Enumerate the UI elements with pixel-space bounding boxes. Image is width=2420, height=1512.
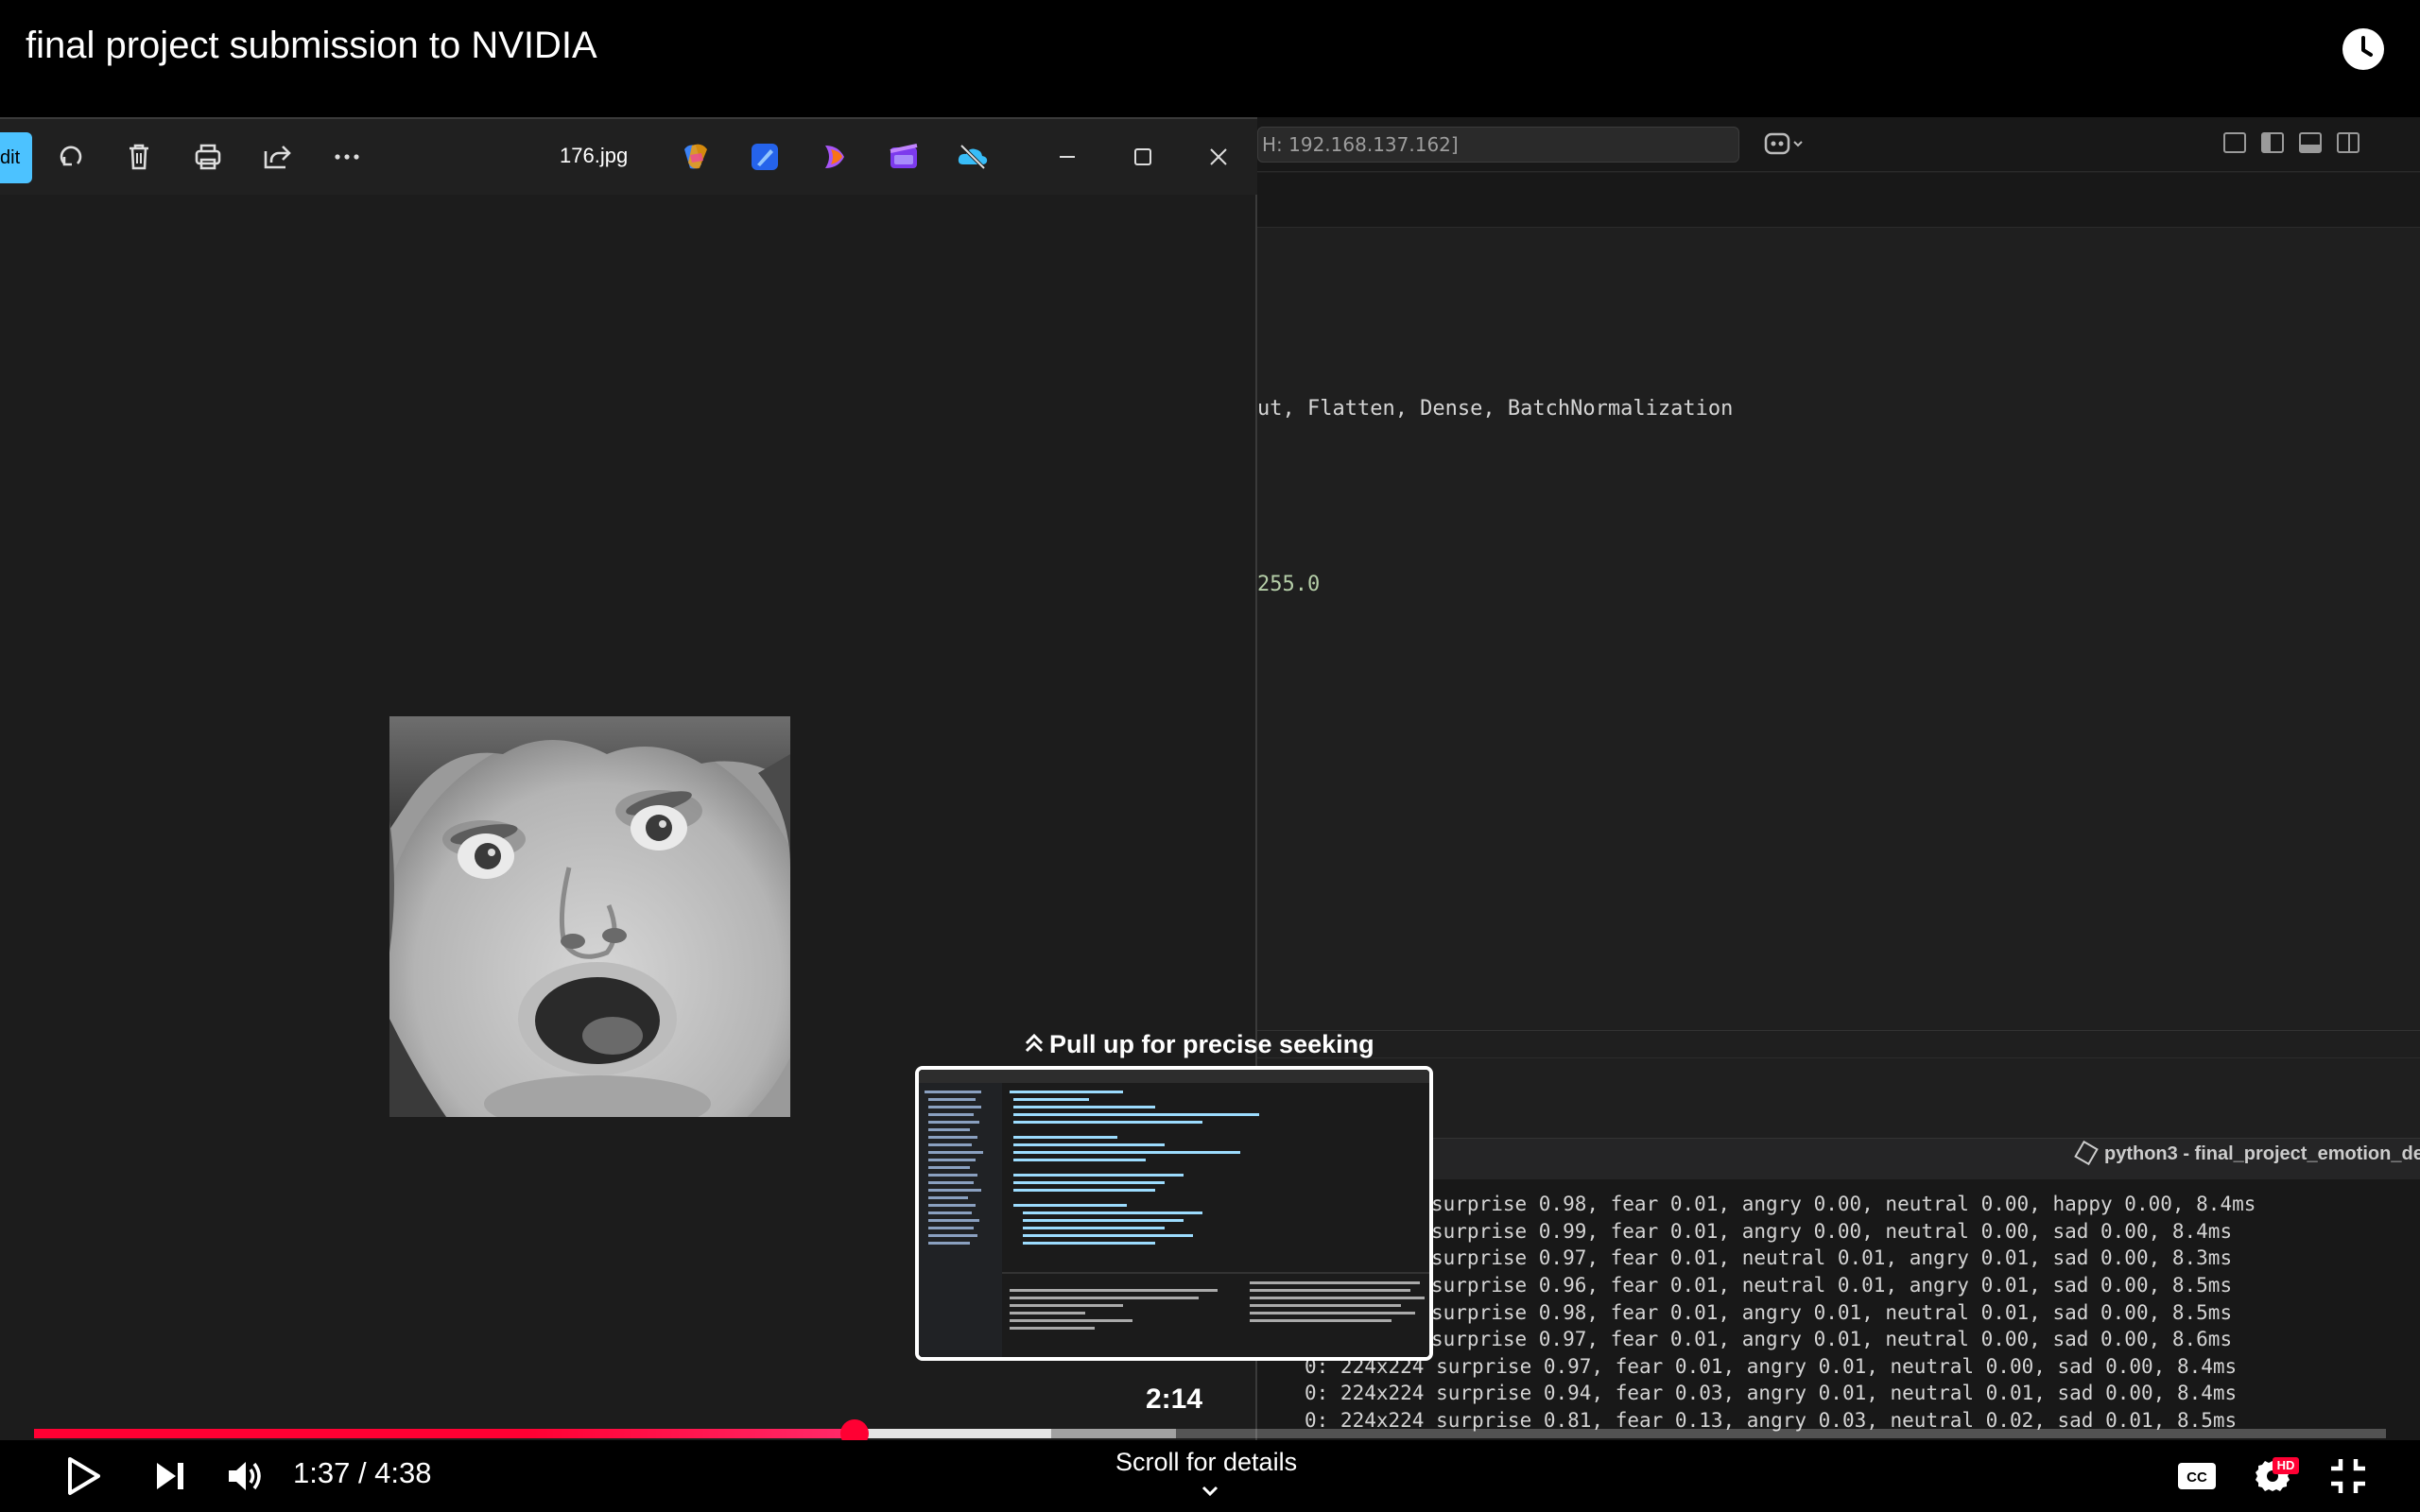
hd-badge: HD <box>2273 1457 2299 1474</box>
scroll-for-details[interactable]: Scroll for details <box>1115 1448 1297 1477</box>
terminal-line: 0: 224x224 surprise 0.97, fear 0.01, ang… <box>1305 1355 2238 1378</box>
customize-layout-icon[interactable] <box>2223 132 2246 153</box>
seek-preview-time: 2:14 <box>1146 1383 1203 1415</box>
designer-app-icon[interactable] <box>748 140 782 174</box>
time-display: 1:37 / 4:38 <box>293 1456 432 1489</box>
file-name: 176.jpg <box>560 144 629 167</box>
captions-button[interactable]: CC <box>2172 1452 2221 1501</box>
skip-next-icon <box>157 1463 183 1489</box>
kernel-label: python3 - final_project_emotion_detec <box>2104 1143 2420 1164</box>
vscode-tab-bar <box>1257 173 2420 228</box>
share-icon[interactable] <box>258 138 296 176</box>
toggle-secondary-sidebar-icon[interactable] <box>2337 132 2360 153</box>
svg-text:CC: CC <box>2187 1469 2207 1486</box>
watch-later-clock-icon[interactable] <box>2342 28 2384 70</box>
progress-hover-range <box>858 1429 1051 1438</box>
rotate-icon[interactable] <box>52 138 90 176</box>
exit-fullscreen-button[interactable] <box>2324 1452 2373 1501</box>
close-icon[interactable] <box>1200 138 1237 176</box>
next-button[interactable] <box>146 1452 195 1501</box>
code-line: ut, Flatten, Dense, BatchNormalization <box>1257 397 1734 421</box>
precise-seek-label: Pull up for precise seeking <box>1049 1030 1374 1058</box>
terminal-line: surprise 0.96, fear 0.01, neutral 0.01, … <box>1431 1274 2233 1297</box>
progress-played <box>34 1429 855 1438</box>
play-icon <box>68 1457 100 1495</box>
more-icon[interactable] <box>328 138 366 176</box>
print-icon[interactable] <box>189 138 227 176</box>
video-title[interactable]: final project submission to NVIDIA <box>26 25 597 67</box>
vscode-editor[interactable]: ut, Flatten, Dense, BatchNormalization 2… <box>1257 229 2420 1058</box>
volume-button[interactable] <box>221 1452 270 1501</box>
minimize-icon[interactable] <box>1048 138 1086 176</box>
delete-icon[interactable] <box>120 138 158 176</box>
precise-seek-hint: Pull up for precise seeking <box>1023 1030 1374 1059</box>
editor-divider <box>1257 1030 2420 1031</box>
terminal-line: 0: 224x224 surprise 0.94, fear 0.03, ang… <box>1305 1382 2238 1404</box>
terminal-line: surprise 0.98, fear 0.01, angry 0.01, ne… <box>1431 1301 2233 1324</box>
photos-toolbar: dit 176.jpg <box>0 119 1257 195</box>
chevron-down-icon <box>1199 1480 1221 1503</box>
edit-button[interactable]: dit <box>0 132 32 183</box>
terminal-line: surprise 0.97, fear 0.01, neutral 0.01, … <box>1431 1246 2233 1269</box>
cc-icon: CC <box>2178 1463 2216 1489</box>
vscode-titlebar: H: 192.168.137.162] <box>1257 117 2420 172</box>
layout-controls <box>2223 132 2375 161</box>
vscode-command-center[interactable]: H: 192.168.137.162] <box>1257 127 1739 163</box>
video-frame[interactable]: H: 192.168.137.162] ut, Flatten, Dense, … <box>0 117 2420 1440</box>
toggle-panel-icon[interactable] <box>2299 132 2322 153</box>
seek-preview-thumbnail <box>915 1066 1433 1361</box>
volume-icon <box>229 1462 261 1490</box>
onedrive-offline-icon[interactable] <box>956 140 990 174</box>
copilot-icon[interactable] <box>1763 130 1806 159</box>
terminal-line: surprise 0.99, fear 0.01, angry 0.00, ne… <box>1431 1220 2233 1243</box>
double-chevron-up-icon <box>1025 1033 1044 1053</box>
editor-divider <box>1257 1057 2420 1058</box>
terminal-line: surprise 0.98, fear 0.01, angry 0.00, ne… <box>1431 1193 2256 1215</box>
exit-fullscreen-icon <box>2331 1459 2365 1493</box>
kernel-icon <box>2074 1140 2099 1166</box>
video-title-bar: final project submission to NVIDIA <box>0 0 2420 117</box>
terminal-line: surprise 0.97, fear 0.01, angry 0.01, ne… <box>1431 1328 2233 1350</box>
toggle-primary-sidebar-icon[interactable] <box>2261 132 2284 153</box>
displayed-photo[interactable] <box>389 716 790 1117</box>
video-editor-icon[interactable] <box>887 140 921 174</box>
kernel-selector[interactable]: python3 - final_project_emotion_detec <box>2074 1140 2420 1166</box>
maximize-icon[interactable] <box>1124 138 1162 176</box>
copilot-app-icon[interactable] <box>679 140 713 174</box>
play-button[interactable] <box>59 1452 108 1501</box>
code-line: 255.0 <box>1257 573 1321 596</box>
clipchamp-icon[interactable] <box>818 140 852 174</box>
